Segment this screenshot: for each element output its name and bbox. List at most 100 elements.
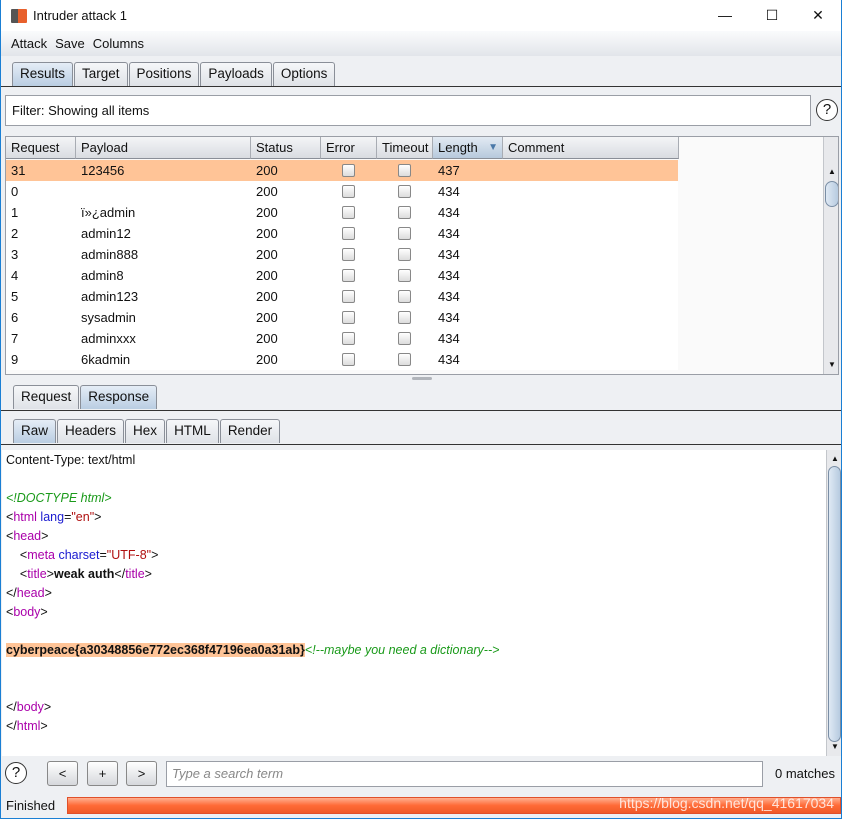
timeout-checkbox[interactable]: [398, 269, 411, 282]
tab-html[interactable]: HTML: [166, 419, 219, 443]
cell-payload: admin123: [81, 289, 139, 304]
timeout-checkbox[interactable]: [398, 332, 411, 345]
table-row[interactable]: 6 sysadmin 200 434: [6, 307, 678, 328]
cell-request: 31: [11, 163, 26, 178]
error-checkbox[interactable]: [342, 269, 355, 282]
minimize-button[interactable]: —: [702, 0, 748, 31]
split-handle[interactable]: [412, 377, 432, 380]
menu-columns[interactable]: Columns: [93, 36, 144, 51]
timeout-checkbox[interactable]: [398, 227, 411, 240]
cell-payload: admin888: [81, 247, 139, 262]
cell-length: 437: [438, 163, 460, 178]
table-row[interactable]: 3 admin888 200 434: [6, 244, 678, 265]
column-error[interactable]: Error: [321, 137, 377, 159]
cell-status: 200: [256, 352, 278, 367]
column-length[interactable]: Length ▼: [433, 137, 503, 159]
cell-length: 434: [438, 184, 460, 199]
cell-status: 200: [256, 184, 278, 199]
error-checkbox[interactable]: [342, 332, 355, 345]
tab-positions[interactable]: Positions: [128, 62, 200, 86]
timeout-checkbox[interactable]: [398, 206, 411, 219]
error-checkbox[interactable]: [342, 290, 355, 303]
html-open-line: <html lang="en">: [6, 510, 102, 524]
title-line: <title>weak auth</title>: [6, 567, 152, 581]
timeout-checkbox[interactable]: [398, 290, 411, 303]
menu-attack[interactable]: Attack: [11, 36, 47, 51]
cell-request: 4: [11, 268, 19, 283]
table-row[interactable]: 1 ï»¿admin 200 434: [6, 202, 678, 223]
scroll-thumb[interactable]: [828, 466, 841, 742]
cell-request: 7: [11, 331, 19, 346]
window-title: Intruder attack 1: [33, 8, 127, 23]
tab-headers[interactable]: Headers: [57, 419, 125, 443]
error-checkbox[interactable]: [342, 185, 355, 198]
error-checkbox[interactable]: [342, 164, 355, 177]
tab-request[interactable]: Request: [13, 385, 80, 409]
scroll-up-icon[interactable]: ▲: [824, 165, 838, 179]
tab-render[interactable]: Render: [219, 419, 281, 443]
error-checkbox[interactable]: [342, 353, 355, 366]
table-row[interactable]: 9 6kadmin 200 434: [6, 349, 678, 370]
tab-hex[interactable]: Hex: [125, 419, 166, 443]
table-row[interactable]: 4 admin8 200 434: [6, 265, 678, 286]
body-open-line: <body>: [6, 605, 48, 619]
column-payload[interactable]: Payload: [76, 137, 251, 159]
column-status[interactable]: Status: [251, 137, 321, 159]
error-checkbox[interactable]: [342, 206, 355, 219]
add-button[interactable]: +: [87, 761, 118, 786]
watermark: https://blog.csdn.net/qq_41617034: [619, 795, 834, 811]
scroll-down-icon[interactable]: ▼: [827, 740, 842, 754]
tab-raw[interactable]: Raw: [13, 419, 57, 443]
timeout-checkbox[interactable]: [398, 311, 411, 324]
scroll-thumb[interactable]: [825, 181, 838, 207]
html-close-line: </html>: [6, 719, 48, 733]
column-comment[interactable]: Comment: [503, 137, 679, 159]
tab-response[interactable]: Response: [80, 385, 158, 409]
response-raw-view[interactable]: Content-Type: text/html <!DOCTYPE html> …: [2, 450, 826, 756]
maximize-button[interactable]: ☐: [749, 0, 795, 31]
search-input[interactable]: Type a search term: [166, 761, 763, 787]
cell-length: 434: [438, 310, 460, 325]
table-row[interactable]: 31 123456 200 437: [6, 160, 678, 181]
cell-length: 434: [438, 247, 460, 262]
timeout-checkbox[interactable]: [398, 248, 411, 261]
timeout-checkbox[interactable]: [398, 164, 411, 177]
response-scrollbar[interactable]: ▲ ▼: [826, 450, 841, 756]
tab-results[interactable]: Results: [12, 62, 74, 86]
scroll-down-icon[interactable]: ▼: [824, 358, 838, 372]
column-request[interactable]: Request: [6, 137, 76, 159]
cell-status: 200: [256, 331, 278, 346]
cell-status: 200: [256, 226, 278, 241]
prev-match-button[interactable]: <: [47, 761, 78, 786]
scroll-up-icon[interactable]: ▲: [827, 452, 842, 466]
error-checkbox[interactable]: [342, 227, 355, 240]
timeout-checkbox[interactable]: [398, 353, 411, 366]
menu-save[interactable]: Save: [55, 36, 85, 51]
cell-length: 434: [438, 226, 460, 241]
error-checkbox[interactable]: [342, 248, 355, 261]
cell-payload: admin12: [81, 226, 131, 241]
close-button[interactable]: ✕: [795, 0, 841, 31]
timeout-checkbox[interactable]: [398, 185, 411, 198]
cell-request: 9: [11, 352, 19, 367]
tab-target[interactable]: Target: [74, 62, 128, 86]
cell-request: 1: [11, 205, 19, 220]
next-match-button[interactable]: >: [126, 761, 157, 786]
cell-payload: sysadmin: [81, 310, 136, 325]
flag-text: cyberpeace{a30348856e772ec368f47196ea0a3…: [6, 643, 305, 657]
table-row[interactable]: 2 admin12 200 434: [6, 223, 678, 244]
tab-payloads[interactable]: Payloads: [200, 62, 272, 86]
table-scrollbar[interactable]: ▲ ▼: [823, 137, 838, 374]
filter-bar[interactable]: Filter: Showing all items: [5, 95, 811, 126]
table-row[interactable]: 7 adminxxx 200 434: [6, 328, 678, 349]
content-type-line: Content-Type: text/html: [6, 453, 136, 467]
status-label: Finished: [6, 798, 56, 813]
table-row[interactable]: 0 200 434: [6, 181, 678, 202]
table-row[interactable]: 5 admin123 200 434: [6, 286, 678, 307]
error-checkbox[interactable]: [342, 311, 355, 324]
help-icon[interactable]: ?: [816, 99, 838, 121]
search-help-icon[interactable]: ?: [5, 762, 27, 784]
column-timeout[interactable]: Timeout: [377, 137, 433, 159]
tab-options[interactable]: Options: [272, 62, 336, 86]
sort-desc-icon: ▼: [488, 142, 498, 153]
